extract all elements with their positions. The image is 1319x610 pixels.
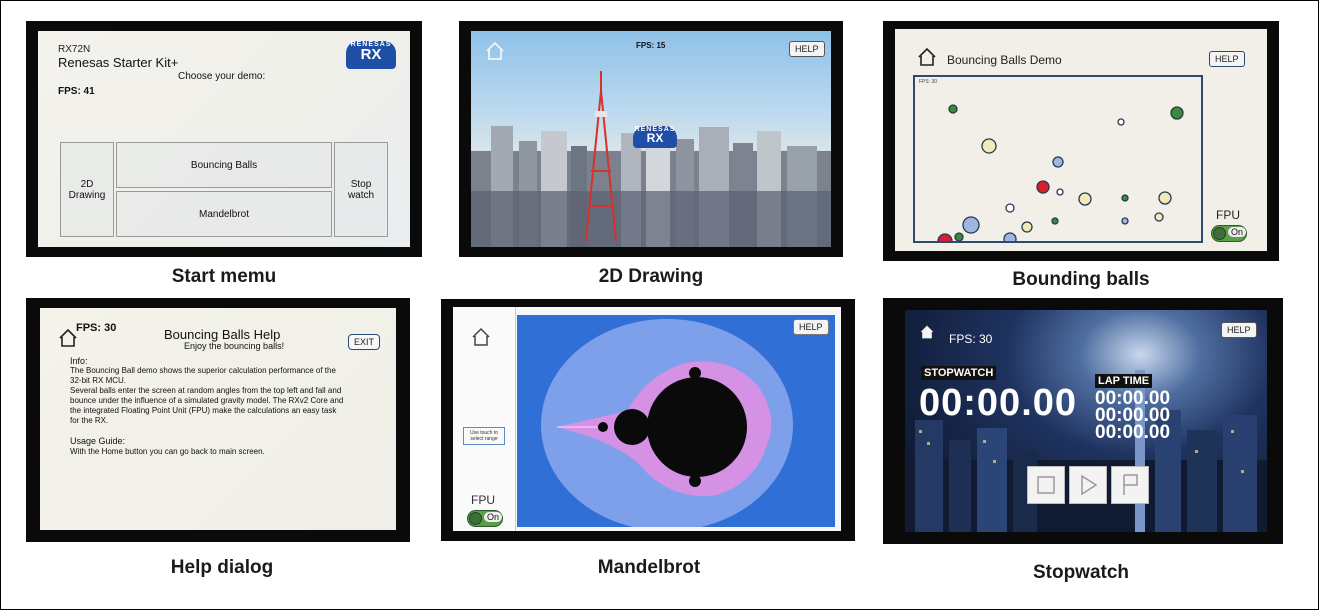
mandelbrot-render xyxy=(517,315,835,527)
info-line: bounce under the influence of a simulate… xyxy=(70,396,344,405)
exit-button[interactable]: EXIT xyxy=(348,334,381,350)
help-subtitle: Enjoy the bouncing balls! xyxy=(184,341,285,351)
drawing-demo-button[interactable]: 2D Drawing xyxy=(60,142,114,237)
logo-text-bottom: RX xyxy=(360,46,382,63)
lap-button[interactable] xyxy=(1111,466,1149,504)
mandelbrot-screen: Use touch to select range FPU On HELP xyxy=(453,307,841,531)
caption-help-dialog: Help dialog xyxy=(170,557,274,578)
home-icon[interactable] xyxy=(485,41,505,61)
renesas-rx-logo: RENESAS RX xyxy=(346,41,396,69)
usage-heading: Usage Guide: xyxy=(70,436,126,446)
figure-frame: RX72N Renesas Starter Kit+ Choose your d… xyxy=(0,0,1319,610)
stop-icon xyxy=(1037,476,1055,494)
play-button[interactable] xyxy=(1069,466,1107,504)
info-line: for the RX. xyxy=(70,416,109,425)
drawing-screen: RENESAS RX FPS: 15 HELP xyxy=(471,31,831,247)
home-icon[interactable] xyxy=(58,328,78,348)
usage-text: With the Home button you can go back to … xyxy=(70,447,265,456)
renesas-rx-logo: RENESAS RX xyxy=(633,126,677,148)
bouncing-balls-button[interactable]: Bouncing Balls xyxy=(116,142,332,188)
fps-counter: FPS: 15 xyxy=(636,41,666,50)
caption-start-menu: Start memu xyxy=(171,266,277,287)
stopwatch-time: 00:00.00 xyxy=(919,382,1078,424)
fpu-toggle[interactable]: On xyxy=(1211,225,1247,242)
fps-counter: FPS: 30 xyxy=(949,332,993,346)
stopwatch-button[interactable]: Stop watch xyxy=(334,142,388,237)
home-icon[interactable] xyxy=(917,47,937,67)
play-icon xyxy=(1081,474,1098,496)
fpu-label: FPU xyxy=(1216,208,1240,222)
help-button[interactable]: HELP xyxy=(1209,51,1245,67)
stopwatch-screen: FPS: 30 HELP STOPWATCH LAP TIME 00:00.00… xyxy=(905,310,1267,532)
fpu-toggle[interactable]: On xyxy=(467,510,503,527)
ball-arena: FPS: 30 xyxy=(913,75,1203,243)
help-title: Bouncing Balls Help xyxy=(164,327,281,342)
toggle-state: On xyxy=(484,512,503,522)
info-line: Several balls enter the screen at random… xyxy=(70,386,342,395)
balls-canvas xyxy=(937,104,1184,241)
caption-stopwatch: Stopwatch xyxy=(1032,562,1130,583)
help-screen: FPS: 30 Bouncing Balls Help Enjoy the bo… xyxy=(40,308,396,530)
help-button[interactable]: HELP xyxy=(793,319,829,335)
info-line: 32-bit RX MCU. xyxy=(70,376,127,385)
kit-title: Renesas Starter Kit+ xyxy=(58,55,179,70)
stopwatch-label: STOPWATCH xyxy=(921,366,997,380)
info-line: the integrated Floating Point Unit (FPU)… xyxy=(70,406,337,415)
caption-bouncing-balls: Bounding balls xyxy=(1012,269,1150,290)
toggle-knob xyxy=(1213,227,1226,240)
info-line: The Bouncing Ball demo shows the superio… xyxy=(70,366,336,375)
demo-title: Bouncing Balls Demo xyxy=(947,53,1062,67)
flag-icon xyxy=(1123,474,1138,495)
info-text: The Bouncing Ball demo shows the superio… xyxy=(70,366,343,426)
toggle-state: On xyxy=(1228,227,1247,237)
toggle-knob xyxy=(469,512,482,525)
caption-mandelbrot: Mandelbrot xyxy=(597,557,701,578)
balls-screen: Bouncing Balls Demo HELP FPS: 30 FPU On xyxy=(895,29,1267,251)
mandelbrot-button[interactable]: Mandelbrot xyxy=(116,191,332,237)
start-menu-screen: RX72N Renesas Starter Kit+ Choose your d… xyxy=(38,31,410,247)
fpu-label: FPU xyxy=(471,493,495,507)
stop-button[interactable] xyxy=(1027,466,1065,504)
lap-time: 00:00.00 xyxy=(1095,422,1171,443)
info-heading: Info: xyxy=(70,356,88,366)
home-icon[interactable] xyxy=(919,324,935,340)
caption-2d-drawing: 2D Drawing xyxy=(598,266,704,287)
model-label: RX72N xyxy=(58,44,91,55)
lap-list: 00:00.00 00:00.00 00:00.00 xyxy=(1095,389,1171,443)
home-icon[interactable] xyxy=(471,327,491,347)
fps-counter: FPS: 30 xyxy=(76,322,117,334)
touch-hint: Use touch to select range xyxy=(463,427,505,445)
help-button[interactable]: HELP xyxy=(1221,322,1257,338)
laptime-label: LAP TIME xyxy=(1095,374,1153,388)
fps-counter: FPS: 41 xyxy=(58,86,95,97)
choose-prompt: Choose your demo: xyxy=(178,71,266,82)
logo-text-bottom: RX xyxy=(646,131,664,145)
help-button[interactable]: HELP xyxy=(789,41,825,57)
